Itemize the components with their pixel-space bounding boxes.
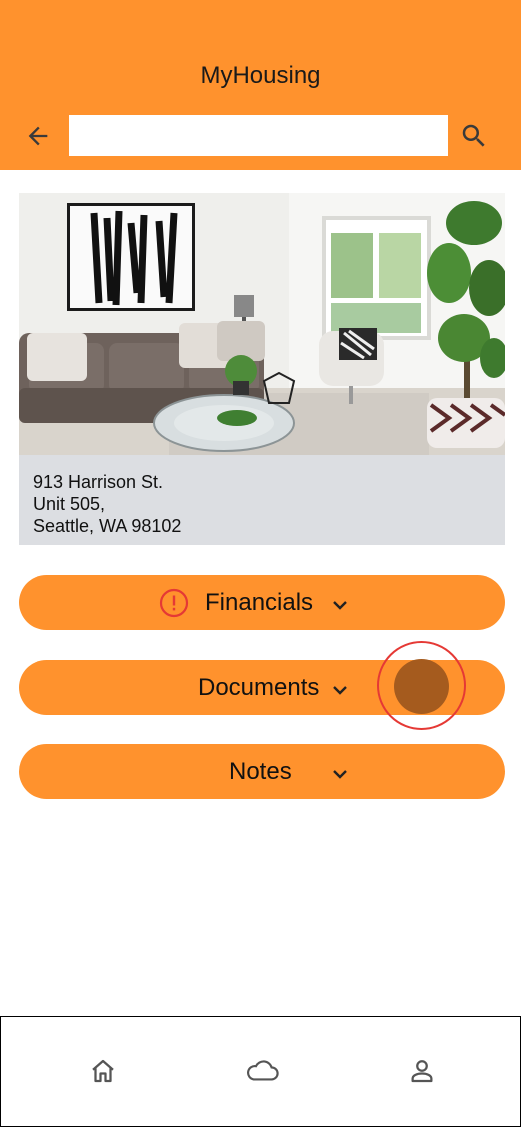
address-line-1: 913 Harrison St. bbox=[33, 472, 164, 492]
chevron-down-icon bbox=[333, 601, 347, 610]
nav-cloud-button[interactable] bbox=[244, 1053, 280, 1089]
back-arrow-icon bbox=[28, 126, 48, 146]
home-icon bbox=[92, 1059, 114, 1083]
address-line-3: Seattle, WA 98102 bbox=[33, 516, 182, 536]
nav-profile-button[interactable] bbox=[404, 1053, 440, 1089]
bottom-navigation bbox=[0, 1016, 521, 1127]
financials-label: Financials bbox=[205, 589, 314, 616]
search-button[interactable] bbox=[456, 118, 492, 154]
alert-icon bbox=[159, 588, 189, 618]
app-header: MyHousing bbox=[0, 0, 521, 170]
nav-home-button[interactable] bbox=[85, 1053, 121, 1089]
property-address: 913 Harrison St. Unit 505, Seattle, WA 9… bbox=[33, 471, 181, 537]
search-input[interactable] bbox=[69, 115, 448, 156]
chevron-down-icon bbox=[333, 770, 347, 779]
cloud-icon bbox=[247, 1060, 279, 1081]
property-card[interactable]: 913 Harrison St. Unit 505, Seattle, WA 9… bbox=[19, 193, 505, 545]
back-button[interactable] bbox=[20, 118, 56, 154]
app-title: MyHousing bbox=[200, 62, 321, 89]
property-photo bbox=[19, 193, 505, 455]
search-icon bbox=[462, 124, 485, 147]
notes-label: Notes bbox=[229, 758, 292, 785]
chevron-down-icon bbox=[333, 686, 347, 695]
documents-label: Documents bbox=[198, 674, 320, 701]
notes-button[interactable]: Notes bbox=[19, 744, 505, 799]
address-line-2: Unit 505, bbox=[33, 494, 106, 514]
financials-button[interactable]: Financials bbox=[19, 575, 505, 630]
touch-indicator-dot bbox=[394, 659, 449, 714]
person-icon bbox=[411, 1060, 433, 1083]
